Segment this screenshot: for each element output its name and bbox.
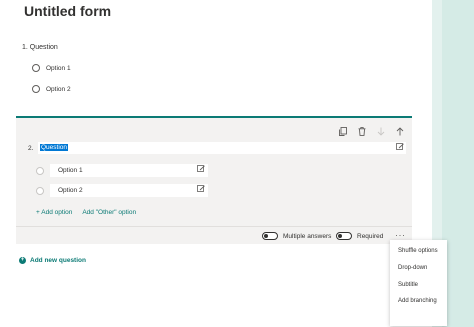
question-2-card: 2. Question Option 1 Option 2 + Add opti…	[16, 116, 412, 244]
question-2-number: 2.	[28, 145, 34, 152]
insert-media-icon[interactable]	[396, 143, 404, 153]
required-label: Required	[357, 233, 384, 240]
more-options-menu: Shuffle options Drop-down Subtitle Add b…	[390, 240, 447, 326]
insert-media-icon[interactable]	[197, 165, 205, 175]
question-2-title-input[interactable]: Question	[38, 142, 406, 154]
menu-item-add-branching[interactable]: Add branching	[398, 298, 437, 304]
option-label: Option 1	[58, 167, 83, 174]
menu-item-shuffle-options[interactable]: Shuffle options	[398, 248, 438, 254]
add-other-option-link[interactable]: Add "Other" option	[82, 209, 136, 216]
add-new-question-label: Add new question	[30, 257, 86, 264]
menu-item-drop-down[interactable]: Drop-down	[398, 265, 427, 271]
form-title[interactable]: Untitled form	[24, 3, 111, 19]
question-1-option-1[interactable]: Option 1	[32, 64, 71, 72]
radio-button[interactable]	[36, 186, 44, 195]
plus-icon: +	[19, 257, 26, 264]
delete-icon[interactable]	[355, 125, 368, 138]
question-footer: Multiple answers Required ···	[16, 226, 412, 246]
radio-button[interactable]	[32, 64, 40, 72]
question-toolbar	[336, 125, 406, 138]
multiple-answers-label: Multiple answers	[283, 233, 332, 240]
option-label: Option 1	[46, 64, 71, 72]
multiple-answers-toggle[interactable]	[262, 232, 278, 240]
add-option-link[interactable]: + Add option	[36, 209, 72, 216]
option-input[interactable]: Option 2	[50, 184, 208, 197]
required-toggle[interactable]	[336, 232, 352, 240]
menu-item-subtitle[interactable]: Subtitle	[398, 282, 418, 288]
more-options-button[interactable]: ···	[395, 230, 406, 240]
option-label: Option 2	[46, 85, 71, 93]
move-up-icon[interactable]	[393, 125, 406, 138]
form-page: Untitled form 1. Question Option 1 Optio…	[0, 0, 474, 327]
question-1-title[interactable]: 1. Question	[22, 44, 58, 51]
add-new-question-button[interactable]: + Add new question	[19, 257, 86, 264]
move-down-icon[interactable]	[374, 125, 387, 138]
question-2-title-text: Question	[40, 144, 69, 151]
question-1-option-2[interactable]: Option 2	[32, 85, 71, 93]
copy-icon[interactable]	[336, 125, 349, 138]
add-option-links: + Add option Add "Other" option	[36, 209, 136, 216]
radio-button[interactable]	[32, 85, 40, 93]
question-2-option-2[interactable]: Option 2	[36, 184, 208, 197]
radio-button[interactable]	[36, 166, 44, 175]
option-label: Option 2	[58, 187, 83, 194]
option-input[interactable]: Option 1	[50, 164, 208, 177]
question-2-option-1[interactable]: Option 1	[36, 164, 208, 177]
insert-media-icon[interactable]	[197, 185, 205, 195]
